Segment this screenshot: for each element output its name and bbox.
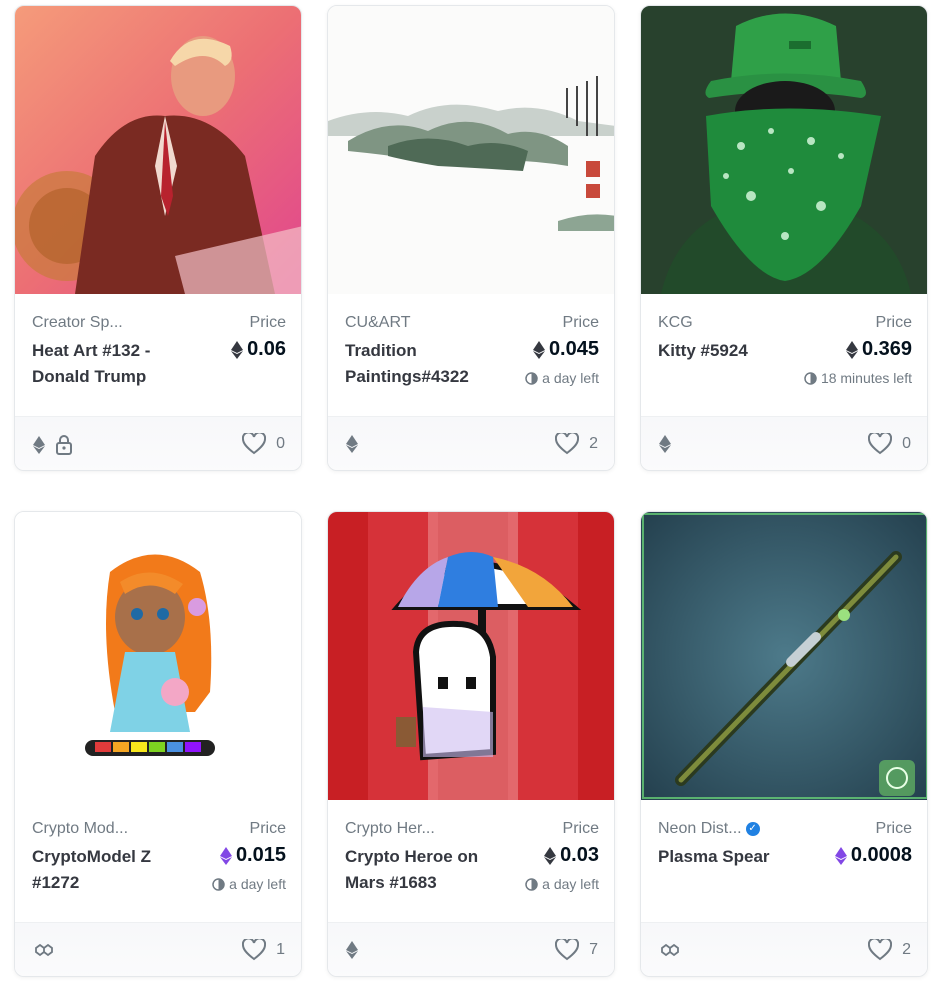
price: 0.045: [532, 338, 599, 361]
nft-image[interactable]: [328, 6, 614, 294]
collection-name[interactable]: Neon Dist... ✓: [658, 820, 760, 838]
heart-icon: [868, 939, 893, 961]
weth-icon: [834, 846, 847, 865]
heart-icon: [242, 433, 267, 455]
nft-image[interactable]: [328, 512, 614, 800]
heart-icon: [555, 939, 580, 961]
time-left: 18 minutes left: [804, 370, 912, 386]
heart-icon: [555, 433, 580, 455]
ethereum-chain-icon: [346, 435, 358, 453]
nft-card[interactable]: Creator Sp... Heat Art #132 - Donald Tru…: [14, 5, 302, 471]
price-label: Price: [875, 820, 912, 837]
heart-icon: [242, 939, 267, 961]
polygon-chain-icon: [661, 943, 679, 957]
nft-image[interactable]: [641, 6, 927, 294]
ethereum-chain-icon: [33, 436, 45, 454]
heart-icon: [868, 433, 893, 455]
time-left: a day left: [525, 370, 599, 386]
nft-card[interactable]: KCG Kitty #5924 Price 0.369 18 minutes l…: [640, 5, 928, 471]
price-label: Price: [562, 314, 599, 331]
nft-name[interactable]: Heat Art #132 - Donald Trump: [32, 338, 182, 390]
nft-image[interactable]: [641, 512, 927, 800]
price-label: Price: [875, 314, 912, 331]
card-footer: 0: [641, 416, 927, 470]
price: 0.015: [219, 844, 286, 867]
collection-name[interactable]: KCG: [658, 314, 693, 332]
eth-icon: [845, 340, 858, 359]
price: 0.369: [845, 338, 912, 361]
card-footer: 2: [641, 922, 927, 976]
favorite-button[interactable]: 1: [242, 939, 285, 961]
favorite-button[interactable]: 2: [555, 433, 598, 455]
price-label: Price: [562, 820, 599, 837]
ethereum-chain-icon: [659, 435, 671, 453]
price-value: 0.06: [247, 338, 286, 360]
price-label: Price: [249, 820, 286, 837]
nft-name[interactable]: Tradition Paintings#4322: [345, 338, 495, 390]
verified-badge-icon: ✓: [745, 821, 760, 836]
eth-icon: [532, 340, 545, 359]
price-value: 0.045: [548, 338, 599, 360]
clock-icon: [525, 877, 538, 891]
eth-icon: [231, 340, 244, 359]
time-left-text: a day left: [229, 876, 286, 892]
favorite-button[interactable]: 7: [555, 939, 598, 961]
time-left: a day left: [212, 876, 286, 892]
favorite-button[interactable]: 2: [868, 939, 911, 961]
nft-image[interactable]: [15, 512, 301, 800]
nft-name[interactable]: Crypto Heroe on Mars #1683: [345, 844, 495, 896]
nft-grid: Creator Sp... Heat Art #132 - Donald Tru…: [0, 0, 944, 990]
card-footer: 7: [328, 922, 614, 976]
price: 0.0008: [834, 844, 912, 867]
like-count: 0: [276, 435, 285, 452]
price-value: 0.03: [560, 844, 599, 866]
price: 0.06: [231, 338, 286, 361]
favorite-button[interactable]: 0: [242, 433, 285, 455]
clock-icon: [212, 877, 225, 891]
nft-card[interactable]: CU&ART Tradition Paintings#4322 Price 0.…: [327, 5, 615, 471]
nft-name[interactable]: Kitty #5924: [658, 338, 808, 364]
clock-icon: [804, 371, 817, 385]
price-label: Price: [249, 314, 286, 331]
card-footer: 1: [15, 922, 301, 976]
favorite-button[interactable]: 0: [868, 433, 911, 455]
collection-name[interactable]: Creator Sp...: [32, 314, 123, 332]
price-value: 0.015: [235, 844, 286, 866]
price-value: 0.0008: [850, 844, 912, 866]
like-count: 0: [902, 435, 911, 452]
nft-card[interactable]: Crypto Mod... CryptoModel Z #1272 Price …: [14, 511, 302, 977]
lock-icon: [56, 435, 72, 455]
like-count: 2: [589, 435, 598, 452]
collection-name[interactable]: Crypto Her...: [345, 820, 435, 838]
like-count: 1: [276, 941, 285, 958]
nft-name[interactable]: CryptoModel Z #1272: [32, 844, 182, 896]
like-count: 7: [589, 941, 598, 958]
nft-card[interactable]: Crypto Her... Crypto Heroe on Mars #1683…: [327, 511, 615, 977]
polygon-chain-icon: [35, 943, 53, 957]
time-left-text: a day left: [542, 370, 599, 386]
collection-name[interactable]: Crypto Mod...: [32, 820, 128, 838]
time-left-text: 18 minutes left: [820, 370, 912, 386]
ethereum-chain-icon: [346, 941, 358, 959]
nft-name[interactable]: Plasma Spear: [658, 844, 808, 870]
card-footer: 0: [15, 416, 301, 470]
eth-icon: [544, 846, 557, 865]
price-value: 0.369: [861, 338, 912, 360]
card-footer: 2: [328, 416, 614, 470]
collection-name-text: Neon Dist...: [658, 820, 742, 837]
nft-card[interactable]: Neon Dist... ✓ Plasma Spear Price 0.0008 …: [640, 511, 928, 977]
collection-name[interactable]: CU&ART: [345, 314, 411, 332]
weth-icon: [219, 846, 232, 865]
like-count: 2: [902, 941, 911, 958]
time-left: a day left: [525, 876, 599, 892]
time-left-text: a day left: [542, 876, 599, 892]
nft-image[interactable]: [15, 6, 301, 294]
price: 0.03: [544, 844, 599, 867]
clock-icon: [525, 371, 538, 385]
